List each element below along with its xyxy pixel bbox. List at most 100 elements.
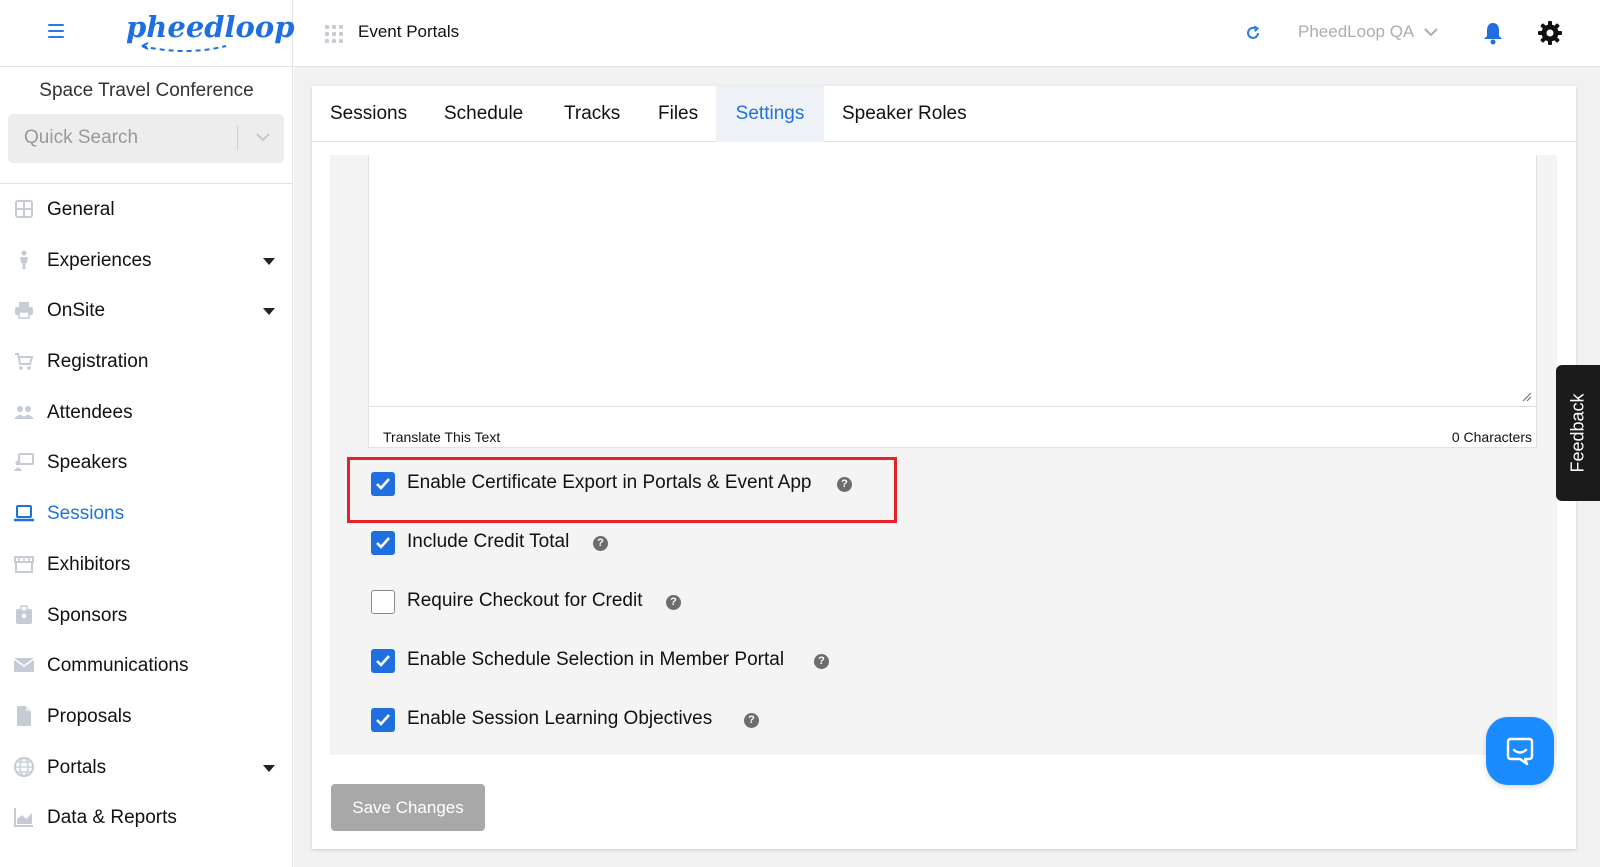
grid-icon — [15, 200, 33, 218]
character-count: 0 Characters — [1451, 429, 1532, 445]
people-icon — [14, 405, 34, 419]
sidebar-item-exhibitors[interactable]: Exhibitors — [0, 539, 293, 590]
sidebar-item-label: Data & Reports — [47, 807, 177, 829]
sidebar-item-label: Sponsors — [47, 604, 128, 626]
checkbox-include-credit-total[interactable] — [371, 531, 395, 555]
document-icon — [17, 705, 31, 726]
tab-settings[interactable]: Settings — [716, 86, 824, 142]
sidebar-item-label: Registration — [47, 351, 149, 373]
tab-schedule[interactable]: Schedule — [444, 86, 523, 142]
help-icon[interactable]: ? — [744, 713, 759, 728]
feedback-label: Feedback — [1567, 393, 1588, 473]
settings-content: Translate This Text 0 Characters Enable … — [330, 155, 1557, 755]
checkbox-learning-objectives[interactable] — [371, 708, 395, 732]
sidebar-item-general[interactable]: General — [0, 184, 293, 235]
sidebar-nav: General Experiences OnSite Registration … — [0, 184, 293, 843]
sidebar-item-speakers[interactable]: Speakers — [0, 437, 293, 488]
check-icon — [376, 714, 390, 726]
org-switcher[interactable]: PheedLoop QA — [1298, 22, 1414, 42]
chat-bubble-icon — [1506, 737, 1534, 766]
event-name: Space Travel Conference — [39, 80, 254, 101]
help-icon[interactable]: ? — [666, 595, 681, 610]
storefront-icon — [14, 555, 34, 573]
sidebar-item-sponsors[interactable]: Sponsors — [0, 590, 293, 641]
caret-down-icon[interactable] — [263, 308, 275, 316]
sidebar-item-onsite[interactable]: OnSite — [0, 285, 293, 336]
bell-icon[interactable] — [1482, 21, 1504, 45]
chevron-down-icon[interactable] — [1424, 27, 1438, 37]
tab-tracks[interactable]: Tracks — [564, 86, 620, 142]
presenter-icon — [14, 453, 34, 472]
top-bar: pheedloop Event Portals PheedLoop QA — [0, 0, 1600, 67]
feedback-tab[interactable]: Feedback — [1556, 365, 1600, 501]
option-label: Require Checkout for Credit — [407, 590, 643, 611]
sidebar-item-label: Experiences — [47, 249, 152, 271]
sidebar-item-label: General — [47, 199, 115, 220]
editor-textarea[interactable] — [369, 155, 1536, 407]
sidebar-item-data-reports[interactable]: Data & Reports — [0, 792, 293, 843]
tab-files[interactable]: Files — [658, 86, 698, 142]
help-icon[interactable]: ? — [593, 536, 608, 551]
logo-swoosh-icon — [141, 42, 227, 52]
badge-icon — [16, 604, 32, 624]
chevron-down-icon[interactable] — [256, 133, 270, 142]
tab-bar: Sessions Schedule Tracks Files Settings … — [312, 86, 1576, 142]
module-title: Event Portals — [358, 22, 460, 41]
checkbox-require-checkout[interactable] — [371, 590, 395, 614]
laptop-icon — [14, 505, 34, 522]
quick-search-divider — [237, 126, 238, 150]
check-icon — [376, 537, 390, 549]
help-icon[interactable]: ? — [814, 654, 829, 669]
caret-down-icon[interactable] — [263, 764, 275, 772]
sidebar-item-sessions[interactable]: Sessions — [0, 488, 293, 539]
pheedloop-logo[interactable]: pheedloop — [126, 8, 295, 56]
hamburger-icon[interactable] — [48, 24, 64, 38]
text-editor: Translate This Text 0 Characters — [368, 155, 1537, 448]
chart-icon — [14, 808, 33, 828]
check-icon — [376, 478, 390, 490]
apps-grid-icon[interactable] — [325, 25, 343, 43]
caret-down-icon[interactable] — [263, 257, 275, 265]
sidebar-item-label: Sessions — [47, 503, 125, 525]
tab-speaker-roles[interactable]: Speaker Roles — [842, 86, 967, 142]
main-area: Sessions Schedule Tracks Files Settings … — [294, 67, 1600, 867]
sidebar-item-label: Proposals — [47, 705, 132, 727]
sidebar-item-portals[interactable]: Portals — [0, 742, 293, 793]
settings-panel: Sessions Schedule Tracks Files Settings … — [312, 86, 1576, 849]
save-changes-button[interactable]: Save Changes — [331, 784, 485, 831]
gear-icon[interactable] — [1537, 20, 1563, 46]
quick-search-input[interactable]: Quick Search — [8, 114, 284, 163]
checkbox-certificate-export[interactable] — [371, 472, 395, 496]
sidebar-item-communications[interactable]: Communications — [0, 640, 293, 691]
option-label: Enable Certificate Export in Portals & E… — [407, 472, 812, 493]
quick-search-placeholder: Quick Search — [24, 127, 139, 148]
tab-sessions[interactable]: Sessions — [330, 86, 407, 142]
brand-zone: pheedloop — [0, 0, 295, 67]
sidebar-item-label: OnSite — [47, 300, 106, 322]
sidebar-item-label: Exhibitors — [47, 553, 131, 575]
sidebar-item-label: Attendees — [47, 401, 133, 423]
sidebar-item-attendees[interactable]: Attendees — [0, 387, 293, 438]
option-label: Include Credit Total — [407, 531, 570, 552]
help-icon[interactable]: ? — [837, 477, 852, 492]
checkbox-schedule-selection[interactable] — [371, 649, 395, 673]
logo-text: pheedloop — [126, 10, 295, 44]
cart-icon — [15, 353, 34, 370]
sidebar-item-experiences[interactable]: Experiences — [0, 235, 293, 286]
globe-icon — [14, 756, 34, 777]
sidebar-item-proposals[interactable]: Proposals — [0, 691, 293, 742]
person-icon — [20, 250, 28, 269]
chat-launcher-button[interactable] — [1486, 717, 1554, 785]
translate-text-link[interactable]: Translate This Text — [383, 429, 500, 445]
refresh-icon[interactable] — [1244, 24, 1262, 42]
mail-icon — [13, 658, 35, 673]
option-label: Enable Session Learning Objectives — [407, 708, 713, 729]
sidebar: Space Travel Conference Quick Search Gen… — [0, 67, 293, 867]
resize-handle-icon[interactable] — [1522, 392, 1532, 402]
sidebar-item-registration[interactable]: Registration — [0, 336, 293, 387]
sidebar-item-label: Portals — [47, 756, 107, 778]
check-icon — [376, 655, 390, 667]
printer-icon — [15, 302, 33, 320]
sidebar-item-label: Communications — [47, 655, 189, 677]
option-label: Enable Schedule Selection in Member Port… — [407, 649, 785, 670]
